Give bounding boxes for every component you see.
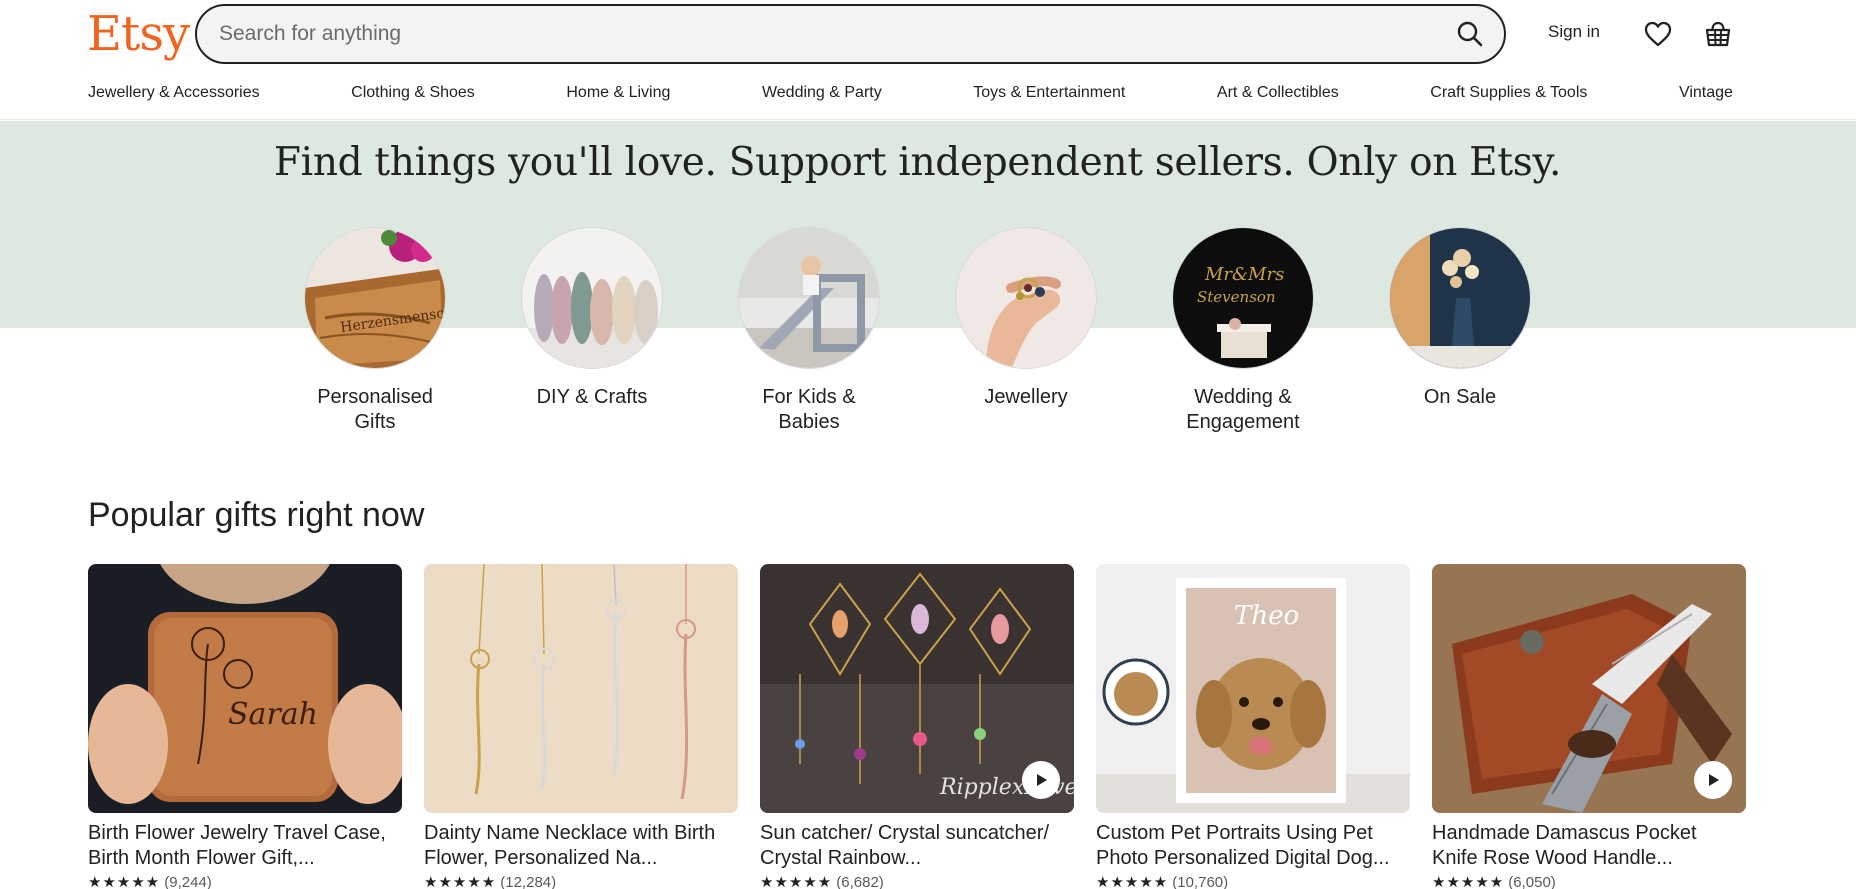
- listing-rating: ★★★★★ (9,244): [88, 873, 402, 889]
- listing-rating: ★★★★★ (6,682): [760, 873, 1074, 889]
- sign-in-link[interactable]: Sign in: [1548, 22, 1600, 42]
- listing-card[interactable]: Theo Custom Pet Portraits Using Pet Phot…: [1096, 564, 1410, 889]
- nav-home-living[interactable]: Home & Living: [566, 84, 670, 102]
- etsy-logo[interactable]: Etsy: [87, 4, 190, 64]
- listing-card[interactable]: Handmade Damascus Pocket Knife Rose Wood…: [1432, 564, 1746, 889]
- listing-title[interactable]: Handmade Damascus Pocket Knife Rose Wood…: [1432, 821, 1746, 871]
- category-image: Mr&Mrs Stevenson: [1172, 227, 1314, 369]
- video-play-button[interactable]: [1694, 761, 1732, 799]
- hero-title: Find things you'll love. Support indepen…: [273, 140, 1562, 185]
- nav-jewellery-accessories[interactable]: Jewellery & Accessories: [88, 84, 260, 102]
- favorites-button[interactable]: [1637, 13, 1679, 55]
- basket-icon: [1705, 21, 1731, 47]
- review-count: (10,760): [1172, 874, 1229, 889]
- listing-title[interactable]: Sun catcher/ Crystal suncatcher/ Crystal…: [760, 821, 1074, 871]
- nav-vintage[interactable]: Vintage: [1679, 84, 1733, 102]
- listing-image: [424, 564, 738, 813]
- search-button[interactable]: [1450, 14, 1490, 54]
- heart-icon: [1644, 21, 1672, 47]
- rating-stars: ★★★★★: [424, 874, 497, 889]
- listing-title[interactable]: Birth Flower Jewelry Travel Case, Birth …: [88, 821, 402, 871]
- category-circles: Herzensmensch Personalised Gifts DIY & C…: [300, 227, 1537, 437]
- listing-rating: ★★★★★ (12,284): [424, 873, 738, 889]
- listing-card[interactable]: RipplexLove Sun catcher/ Crystal suncatc…: [760, 564, 1074, 889]
- listing-rating: ★★★★★ (10,760): [1096, 873, 1410, 889]
- listing-image: [1432, 564, 1746, 813]
- category-label: For Kids & Babies: [762, 386, 856, 433]
- rating-stars: ★★★★★: [88, 874, 161, 889]
- category-label: On Sale: [1423, 386, 1497, 408]
- category-image: [955, 227, 1097, 369]
- nav-craft-supplies-tools[interactable]: Craft Supplies & Tools: [1430, 84, 1587, 102]
- listing-card[interactable]: Sarah Birth Flower Jewelry Travel Case, …: [88, 564, 402, 889]
- play-icon: [1037, 774, 1047, 786]
- listing-rating: ★★★★★ (6,050): [1432, 873, 1746, 889]
- listing-image: Theo: [1096, 564, 1410, 813]
- category-image: [1389, 227, 1531, 369]
- review-count: (6,050): [1508, 874, 1556, 889]
- review-count: (12,284): [500, 874, 557, 889]
- video-play-button[interactable]: [1022, 761, 1060, 799]
- nav-art-collectibles[interactable]: Art & Collectibles: [1217, 84, 1339, 102]
- category-label: DIY & Crafts: [536, 386, 648, 408]
- category-wedding-engagement[interactable]: Mr&Mrs Stevenson Wedding & Engagement: [1168, 227, 1318, 435]
- listing-image: Sarah: [88, 564, 402, 813]
- listing-image: RipplexLove: [760, 564, 1074, 813]
- site-header: Etsy Sign in Jewellery & Accessories Clo…: [0, 0, 1856, 120]
- search-icon: [1457, 21, 1483, 47]
- svg-text:Theo: Theo: [1234, 601, 1299, 631]
- category-label: Wedding & Engagement: [1186, 386, 1300, 433]
- listing-title[interactable]: Dainty Name Necklace with Birth Flower, …: [424, 821, 738, 871]
- listing-card[interactable]: Dainty Name Necklace with Birth Flower, …: [424, 564, 738, 889]
- category-nav: Jewellery & Accessories Clothing & Shoes…: [88, 84, 1733, 102]
- nav-clothing-shoes[interactable]: Clothing & Shoes: [351, 84, 475, 102]
- category-image: [738, 227, 880, 369]
- listing-title[interactable]: Custom Pet Portraits Using Pet Photo Per…: [1096, 821, 1410, 871]
- category-image: Herzensmensch: [304, 227, 446, 369]
- search-bar[interactable]: [195, 4, 1506, 64]
- rating-stars: ★★★★★: [1432, 874, 1505, 889]
- category-for-kids-babies[interactable]: For Kids & Babies: [734, 227, 884, 435]
- rating-stars: ★★★★★: [1096, 874, 1169, 889]
- svg-text:Sarah: Sarah: [228, 697, 318, 732]
- search-input[interactable]: [219, 6, 1399, 62]
- nav-wedding-party[interactable]: Wedding & Party: [762, 84, 882, 102]
- category-jewellery[interactable]: Jewellery: [951, 227, 1101, 410]
- play-icon: [1709, 774, 1719, 786]
- category-label: Personalised Gifts: [317, 386, 433, 433]
- section-title: Popular gifts right now: [88, 496, 425, 534]
- category-label: Jewellery: [984, 386, 1068, 408]
- cart-button[interactable]: [1697, 13, 1739, 55]
- review-count: (9,244): [164, 874, 212, 889]
- category-personalised-gifts[interactable]: Herzensmensch Personalised Gifts: [300, 227, 450, 435]
- svg-text:Mr&Mrs: Mr&Mrs: [1204, 264, 1284, 285]
- svg-text:Stevenson: Stevenson: [1197, 288, 1276, 306]
- review-count: (6,682): [836, 874, 884, 889]
- popular-gifts-row: Sarah Birth Flower Jewelry Travel Case, …: [88, 564, 1749, 889]
- category-on-sale[interactable]: On Sale: [1385, 227, 1535, 410]
- category-diy-crafts[interactable]: DIY & Crafts: [517, 227, 667, 410]
- category-image: [521, 227, 663, 369]
- nav-toys-entertainment[interactable]: Toys & Entertainment: [973, 84, 1125, 102]
- rating-stars: ★★★★★: [760, 874, 833, 889]
